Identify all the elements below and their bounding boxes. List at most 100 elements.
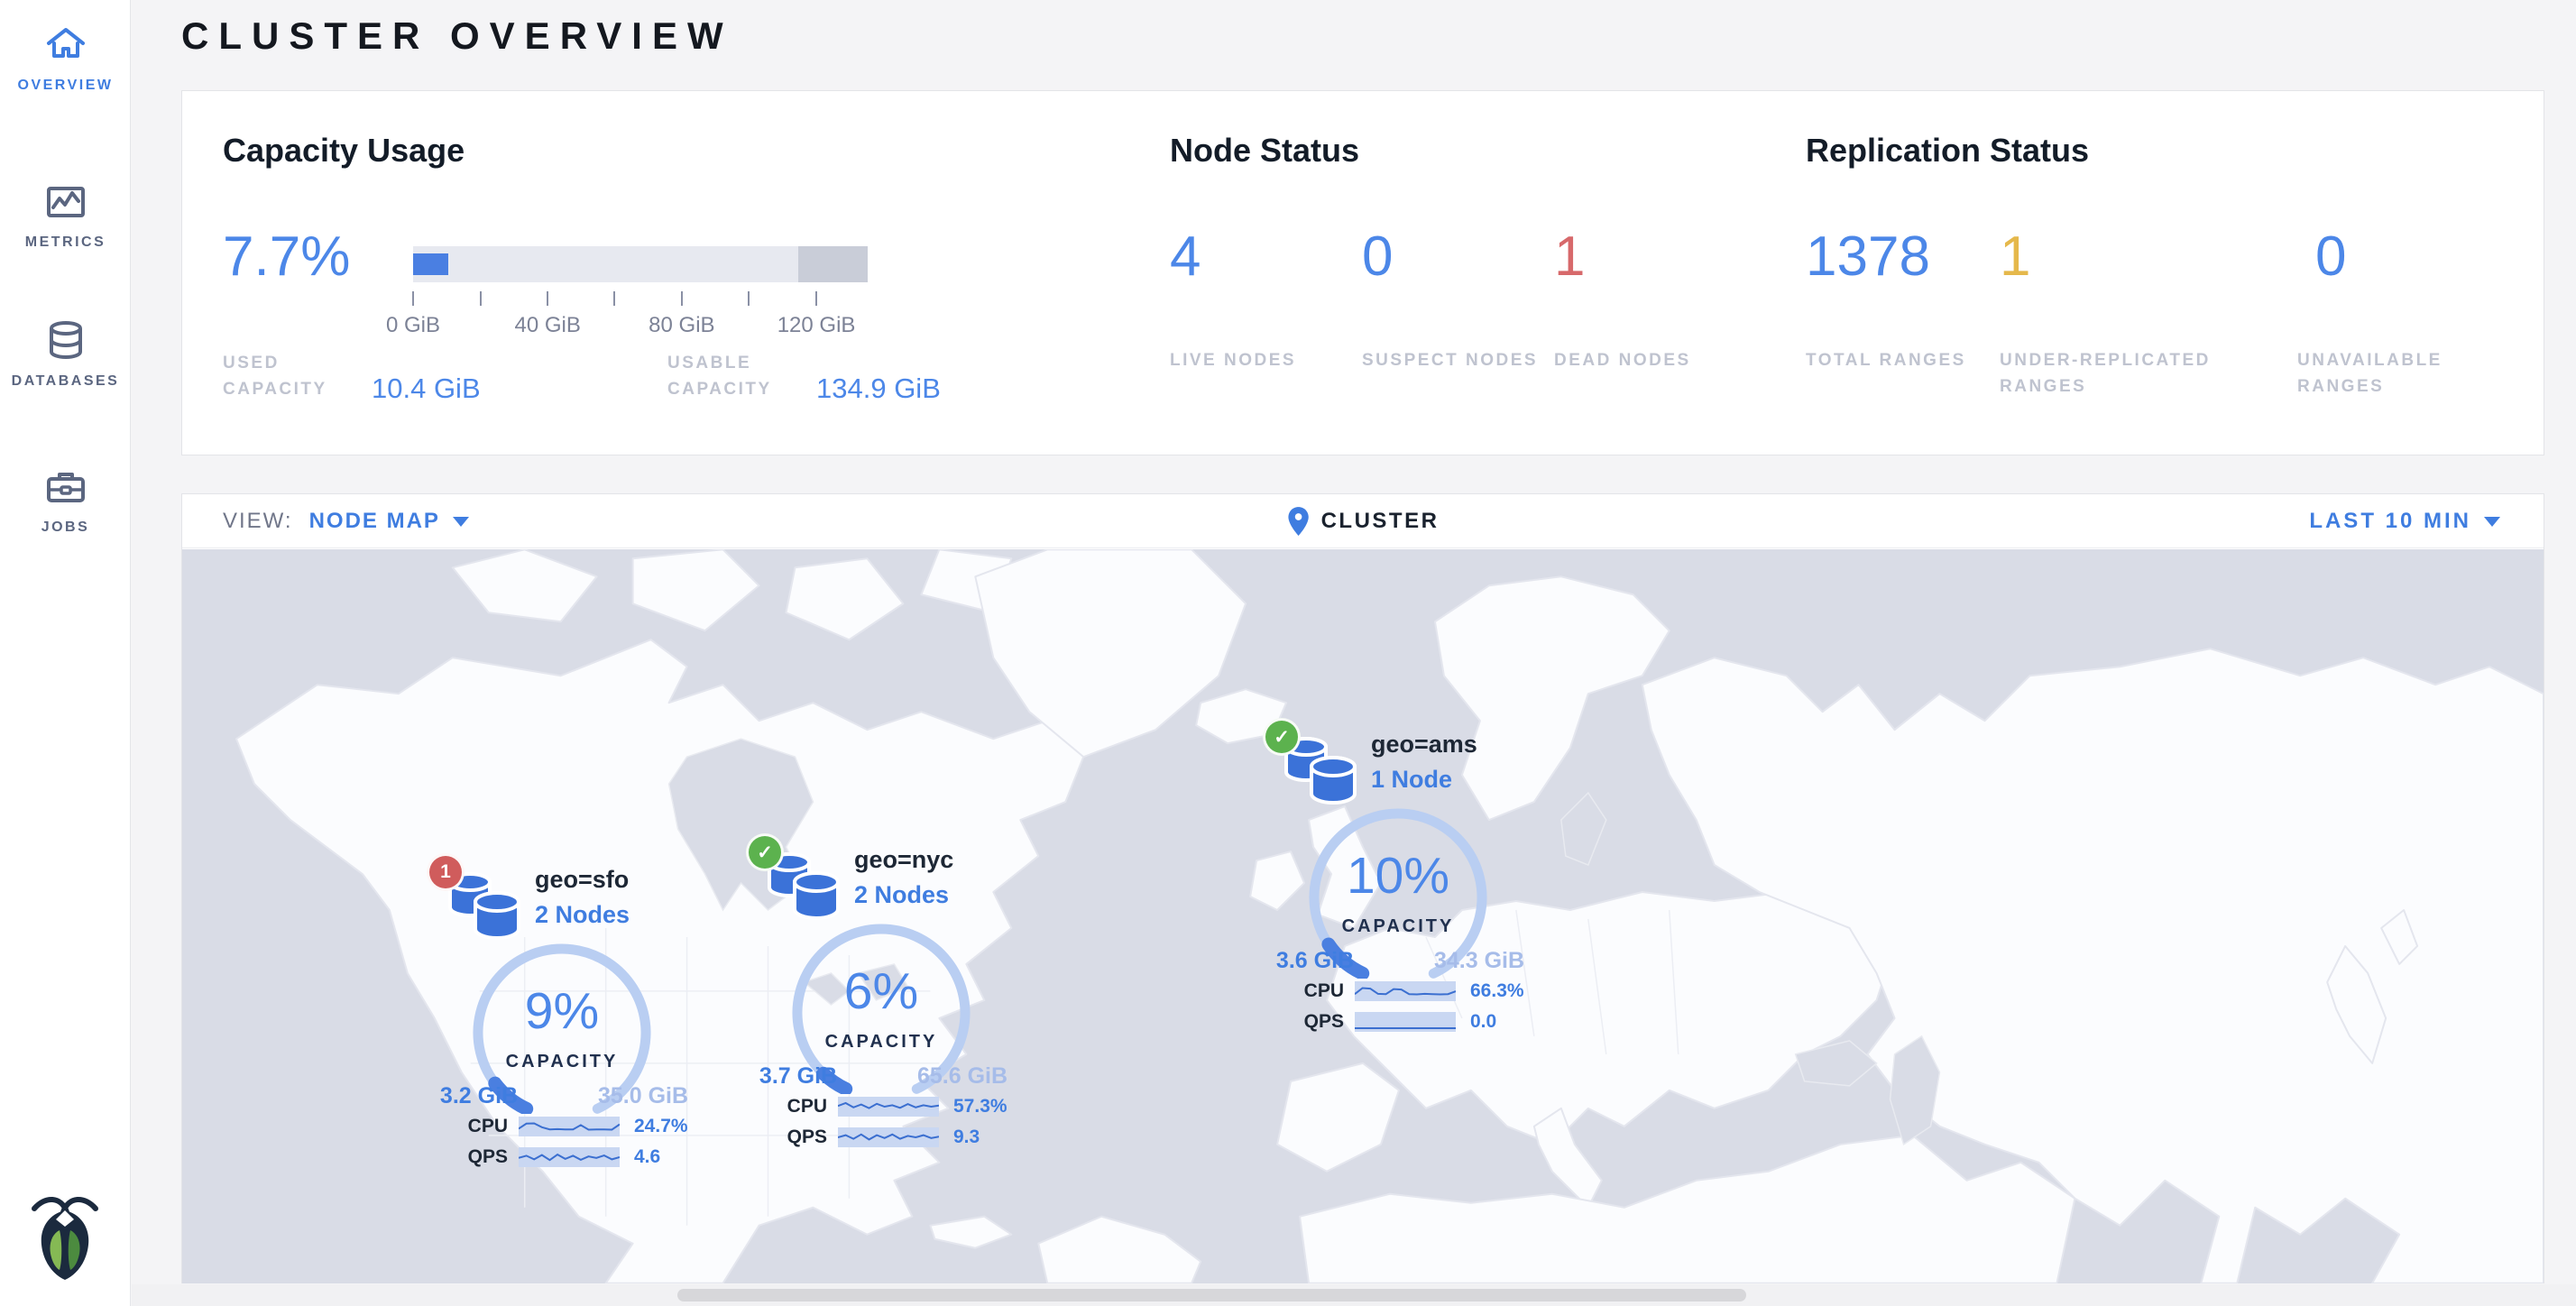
map-node-geo-nyc[interactable]: ✓ geo=nyc 2 Nodes 6% [746,837,1017,1162]
cpu-sparkline [838,1097,939,1117]
cpu-sparkline [519,1117,620,1136]
node-map-card: VIEW: NODE MAP CLUSTER LAST 10 MIN [181,493,2544,1283]
qps-label: QPS [762,1127,827,1148]
total-ranges-value: 1378 [1806,225,2000,289]
databases-icon [42,317,89,364]
cluster-summary-card: Capacity Usage 7.7% 0 GiB40 GiB80 GiB120… [181,90,2544,455]
tick-mark [613,291,615,306]
sidebar: OVERVIEW METRICS DATABASES JOBS [0,0,131,1306]
tick-mark [748,291,750,306]
qps-sparkline [519,1147,620,1167]
page-title: CLUSTER OVERVIEW [181,14,733,58]
gauge-percent: 9% [525,982,599,1040]
cpu-value: 57.3% [953,1096,1007,1117]
map-node-geo-ams[interactable]: ✓ geo=ams 1 Node 10% [1263,722,1533,1046]
sidebar-item-jobs[interactable]: JOBS [0,464,131,536]
horizontal-scrollbar [132,1284,2576,1306]
gauge-capacity-label: CAPACITY [506,1052,619,1071]
live-nodes-label: LIVE NODES [1170,348,1362,374]
jobs-icon [42,464,89,510]
gauge-total-value: 65.6 GiB [917,1063,1007,1089]
qps-sparkline [1355,1012,1456,1032]
tick-label: 120 GiB [777,313,856,338]
tick-label: 0 GiB [386,313,440,338]
node-locality-label: geo=nyc [854,846,953,874]
tick-mark [480,291,482,306]
sidebar-item-metrics[interactable]: METRICS [0,179,131,251]
node-count-label[interactable]: 2 Nodes [854,881,953,909]
used-capacity-value: 10.4 GiB [372,372,481,405]
under-replicated-ranges-label: UNDER-REPLICATED RANGES [2000,348,2297,400]
usable-capacity-value: 134.9 GiB [816,372,941,405]
node-count-label[interactable]: 2 Nodes [535,901,630,929]
qps-value: 9.3 [953,1127,980,1148]
chevron-down-icon [2484,517,2500,527]
location-pin-icon [1287,506,1311,537]
time-range-dropdown[interactable]: LAST 10 MIN [2309,494,2500,548]
view-label: VIEW: [223,509,293,534]
tick-mark [681,291,683,306]
tick-mark [547,291,548,306]
view-mode-dropdown[interactable]: NODE MAP [309,509,440,534]
unavailable-ranges-label: UNAVAILABLE RANGES [2297,348,2491,400]
used-capacity-block: USED CAPACITY 10.4 GiB [223,351,481,405]
world-map: 1 geo=sfo 2 Nodes 9% [182,549,2544,1283]
replication-status-section: Replication Status 1378 1 0 TOTAL RANGES… [1806,91,2536,455]
node-status-badge: 1 [427,853,465,891]
cpu-label: CPU [443,1116,508,1137]
qps-label: QPS [443,1146,508,1168]
cpu-value: 24.7% [634,1116,688,1137]
capacity-ticks: 0 GiB40 GiB80 GiB120 GiB [413,291,868,345]
scrollbar-thumb[interactable] [677,1289,1746,1301]
dead-nodes-label: DEAD NODES [1554,348,1746,374]
section-heading: Replication Status [1806,132,2089,170]
unavailable-ranges-value: 0 [2315,225,2509,289]
map-toolbar: VIEW: NODE MAP CLUSTER LAST 10 MIN [182,494,2544,548]
capacity-gauge: 9% CAPACITY 3.2 GiB 35.0 GiB [427,943,697,1114]
sidebar-item-label: METRICS [0,235,131,251]
total-ranges-label: TOTAL RANGES [1806,348,2000,400]
tick-label: 40 GiB [514,313,580,338]
map-node-geo-sfo[interactable]: 1 geo=sfo 2 Nodes 9% [427,857,697,1182]
node-status-section: Node Status 4 0 1 LIVE NODES SUSPECT NOD… [1170,91,1792,455]
cpu-label: CPU [762,1096,827,1117]
sidebar-item-databases[interactable]: DATABASES [0,317,131,390]
section-heading: Capacity Usage [223,132,465,170]
used-capacity-label: USED CAPACITY [223,351,372,402]
suspect-nodes-label: SUSPECT NODES [1362,348,1554,374]
main-content: CLUSTER OVERVIEW Capacity Usage 7.7% 0 G… [132,0,2576,1306]
capacity-usage-section: Capacity Usage 7.7% 0 GiB40 GiB80 GiB120… [223,91,1161,455]
capacity-bar-used [413,253,448,275]
qps-value: 0.0 [1470,1011,1496,1033]
gauge-used-value: 3.6 GiB [1276,948,1354,973]
gauge-percent: 10% [1347,847,1449,905]
capacity-bar [413,246,868,282]
cpu-sparkline [1355,981,1456,1001]
gauge-total-value: 34.3 GiB [1434,948,1524,973]
gauge-capacity-label: CAPACITY [1342,916,1455,936]
usable-capacity-block: USABLE CAPACITY 134.9 GiB [667,351,941,405]
qps-sparkline [838,1127,939,1147]
capacity-bar-reserved [798,246,868,282]
live-nodes-value: 4 [1170,225,1362,289]
sidebar-item-label: JOBS [0,520,131,536]
time-range-value: LAST 10 MIN [2309,509,2471,534]
chevron-down-icon[interactable] [453,517,469,527]
cockroachdb-logo[interactable] [22,1189,108,1286]
node-count-label[interactable]: 1 Node [1371,766,1477,794]
gauge-total-value: 35.0 GiB [598,1083,688,1108]
capacity-gauge: 6% CAPACITY 3.7 GiB 65.6 GiB [746,923,1017,1094]
tick-mark [815,291,817,306]
dead-nodes-value: 1 [1554,225,1746,289]
sidebar-item-overview[interactable]: OVERVIEW [0,22,131,94]
locality-breadcrumb[interactable]: CLUSTER [1321,509,1440,534]
qps-label: QPS [1279,1011,1344,1033]
gauge-used-value: 3.2 GiB [440,1083,518,1108]
suspect-nodes-value: 0 [1362,225,1554,289]
node-status-badge: ✓ [746,833,784,871]
node-locality-label: geo=ams [1371,731,1477,759]
metrics-icon [42,179,89,225]
home-icon [42,22,89,69]
node-locality-label: geo=sfo [535,866,630,894]
qps-value: 4.6 [634,1146,660,1168]
